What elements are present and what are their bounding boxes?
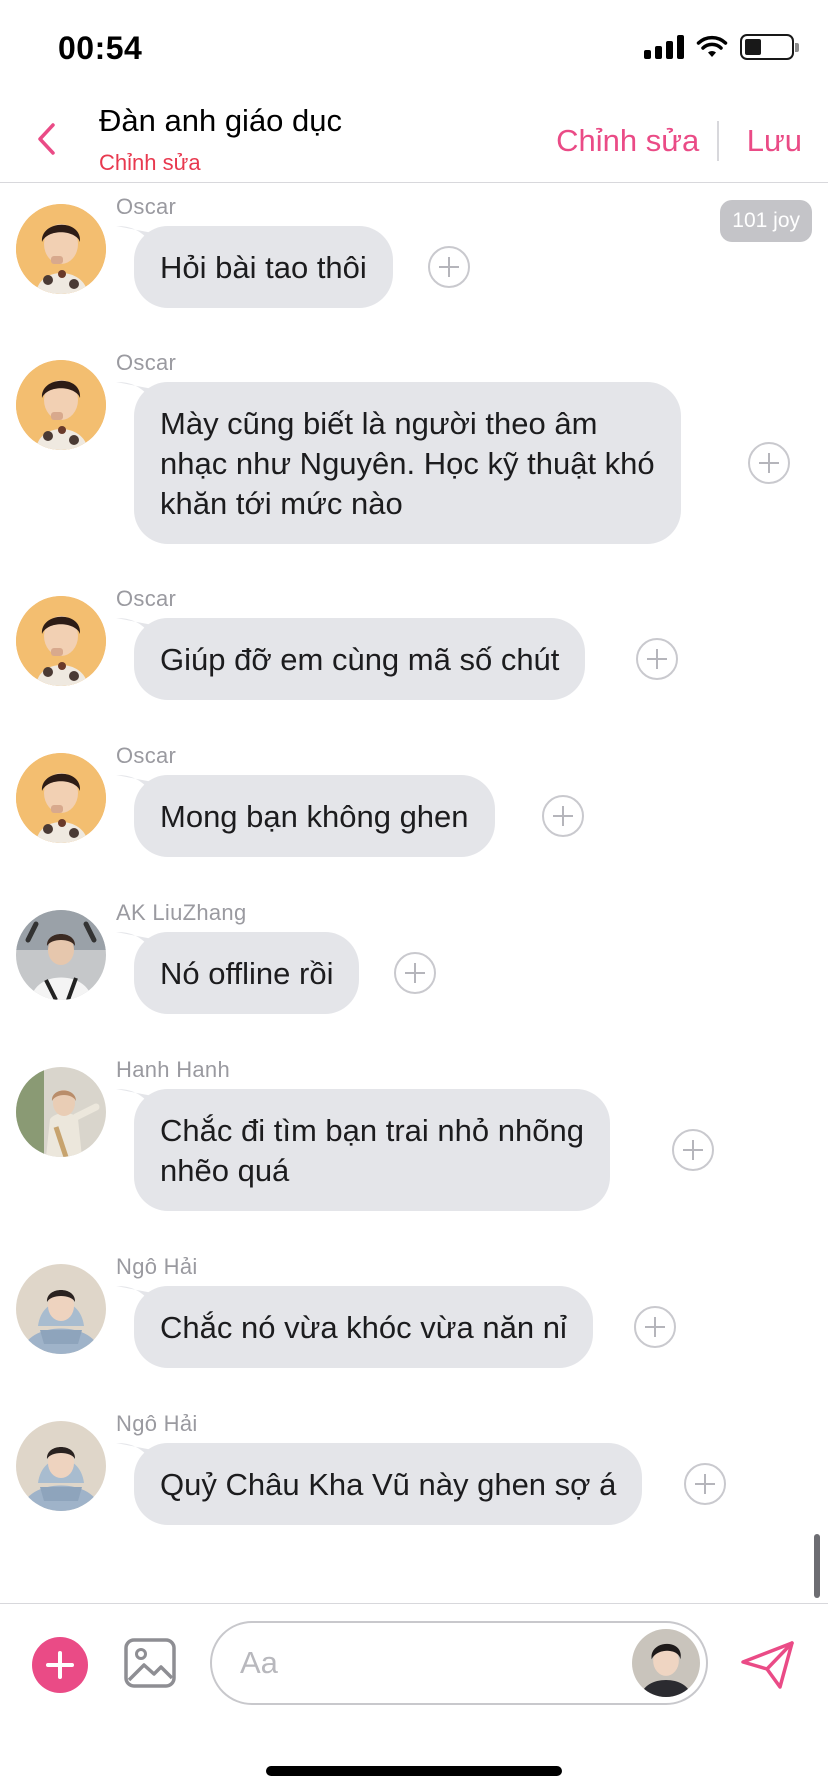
- message-input[interactable]: [240, 1643, 600, 1683]
- joy-badge: 101 joy: [720, 200, 812, 242]
- add-reaction-button[interactable]: [636, 638, 678, 680]
- add-reaction-button[interactable]: [428, 246, 470, 288]
- message-text-line: Giúp đỡ em cùng mã số chút: [160, 642, 560, 677]
- battery-icon: [740, 34, 799, 60]
- message-bubble[interactable]: Quỷ Châu Kha Vũ này ghen sợ á: [134, 1443, 643, 1525]
- sender-name: Oscar: [116, 194, 177, 219]
- add-reaction-button[interactable]: [542, 795, 584, 837]
- avatar[interactable]: [16, 1067, 106, 1157]
- avatar[interactable]: [16, 1264, 106, 1354]
- avatar[interactable]: [16, 360, 106, 450]
- send-icon[interactable]: [740, 1640, 796, 1690]
- image-icon[interactable]: [124, 1638, 176, 1688]
- divider: [717, 121, 719, 161]
- back-button[interactable]: [28, 119, 64, 159]
- sender-name: AK LiuZhang: [116, 900, 247, 925]
- message-bubble[interactable]: Mong bạn không ghen: [134, 775, 495, 857]
- sender-name: Hanh Hanh: [116, 1057, 230, 1082]
- sender-name: Ngô Hải: [116, 1254, 198, 1279]
- message-bubble[interactable]: Nó offline rồi: [134, 932, 360, 1014]
- message-bubble[interactable]: Chắc đi tìm bạn trai nhỏ nhõng nhẽo quá: [134, 1089, 610, 1211]
- message-text-line: Chắc đi tìm bạn trai nhỏ nhõng: [160, 1113, 584, 1148]
- add-reaction-button[interactable]: [634, 1306, 676, 1348]
- message-text-line: Mày cũng biết là người theo âm: [160, 406, 598, 441]
- chevron-left-icon: [38, 123, 55, 155]
- message-text-line: nhẽo quá: [160, 1153, 290, 1188]
- message-text-line: Quỷ Châu Kha Vũ này ghen sợ á: [160, 1467, 617, 1502]
- add-reaction-button[interactable]: [672, 1129, 714, 1171]
- add-attachment-button[interactable]: [32, 1637, 88, 1693]
- chat-subtitle[interactable]: Chỉnh sửa: [99, 150, 201, 176]
- message-text-line: Mong bạn không ghen: [160, 799, 469, 834]
- message-list[interactable]: 101 joy Oscar Hỏi bài tao thôi Oscar Mày…: [0, 184, 828, 1602]
- message-bubble[interactable]: Giúp đỡ em cùng mã số chút: [134, 618, 586, 700]
- sender-name: Oscar: [116, 743, 177, 768]
- avatar[interactable]: [16, 596, 106, 686]
- add-reaction-button[interactable]: [394, 952, 436, 994]
- add-reaction-button[interactable]: [748, 442, 790, 484]
- message-bubble[interactable]: Chắc nó vừa khóc vừa năn nỉ: [134, 1286, 593, 1368]
- avatar[interactable]: [16, 1421, 106, 1511]
- sender-name: Oscar: [116, 586, 177, 611]
- status-icons: [644, 34, 799, 60]
- message-input-wrapper[interactable]: [210, 1621, 708, 1705]
- cellular-signal-icon: [644, 35, 684, 59]
- scrollbar-thumb[interactable]: [814, 1534, 820, 1598]
- message-bubble[interactable]: Mày cũng biết là người theo âm nhạc như …: [134, 382, 681, 544]
- wifi-icon: [696, 35, 728, 57]
- message-text-line: nhạc như Nguyên. Học kỹ thuật khó: [160, 446, 655, 481]
- status-bar: 00:54: [0, 0, 828, 95]
- message-bubble[interactable]: Hỏi bài tao thôi: [134, 226, 393, 308]
- message-text-line: Chắc nó vừa khóc vừa năn nỉ: [160, 1310, 567, 1345]
- avatar[interactable]: [16, 753, 106, 843]
- chat-title: Đàn anh giáo dục: [99, 103, 343, 138]
- edit-button[interactable]: Chỉnh sửa: [556, 123, 699, 159]
- message-text-line: khăn tới mức nào: [160, 486, 403, 521]
- sender-name: Ngô Hải: [116, 1411, 198, 1436]
- message-text-line: Hỏi bài tao thôi: [160, 250, 367, 285]
- message-text-line: Nó offline rồi: [160, 956, 334, 991]
- avatar[interactable]: [16, 204, 106, 294]
- status-time: 00:54: [58, 30, 143, 66]
- avatar[interactable]: [16, 910, 106, 1000]
- message-composer: [0, 1603, 828, 1713]
- sender-name: Oscar: [116, 350, 177, 375]
- add-reaction-button[interactable]: [684, 1463, 726, 1505]
- save-button[interactable]: Lưu: [747, 123, 802, 159]
- chat-header: Đàn anh giáo dục Chỉnh sửa Chỉnh sửa Lưu: [0, 95, 828, 183]
- header-actions: Chỉnh sửa Lưu: [556, 121, 802, 161]
- home-indicator: [266, 1766, 562, 1776]
- persona-avatar[interactable]: [632, 1629, 700, 1697]
